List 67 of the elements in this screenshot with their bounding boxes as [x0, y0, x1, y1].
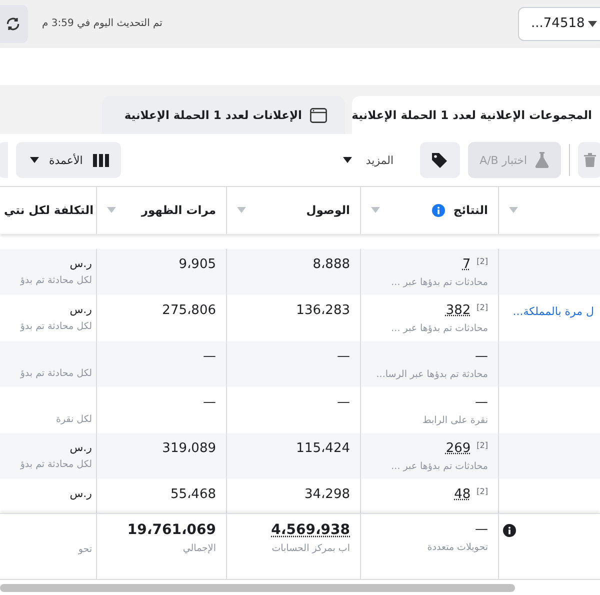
result-value: 269: [446, 440, 471, 456]
cost-label: لكل نقرة: [54, 414, 92, 425]
column-header[interactable]: النتائج: [453, 203, 488, 218]
more-dropdown[interactable]: المزيد: [338, 154, 398, 167]
total-label: الإجمالي: [182, 543, 216, 554]
result-value: 48: [454, 486, 471, 502]
result-label: محادثات تم بدؤها عبر ...: [390, 276, 488, 288]
reach-value: —: [337, 394, 350, 410]
impressions-value: 55،468: [170, 486, 216, 502]
cost-value: ر.س: [70, 486, 92, 500]
result-value: 7: [462, 256, 471, 272]
columns-button[interactable]: الأعمدة: [16, 142, 121, 178]
caret-icon[interactable]: [30, 157, 39, 164]
flask-icon: [535, 152, 549, 168]
result-label: تحويلات متعددة: [426, 542, 488, 554]
result-label: محادثات تم بدؤها عبر ...: [390, 322, 488, 334]
total-label: تحو: [77, 544, 92, 556]
column-header[interactable]: مرات الظهور: [141, 203, 216, 218]
total-impressions: 19،761،069: [127, 522, 216, 538]
result-label: محادثات تم بدؤها عبر ...: [390, 460, 488, 472]
cost-label: لكل محادثة تم بدؤ: [19, 368, 92, 379]
info-icon: [432, 204, 446, 217]
account-dropdown[interactable]: ...74518: [518, 6, 600, 41]
impressions-value: 319،089: [162, 440, 216, 456]
cost-value: ر.س: [70, 256, 92, 270]
tag-button[interactable]: [420, 142, 460, 178]
cost-value: ر.س: [70, 440, 92, 454]
total-label: اب بمركز الحسابات: [270, 543, 350, 554]
reach-value: 136،283: [296, 302, 350, 318]
footnote-mark: [2]: [476, 440, 488, 450]
result-value: —: [475, 394, 488, 410]
result-value: —: [475, 522, 488, 538]
reach-value: 34،298: [304, 486, 350, 502]
cost-label: لكل محادثة تم بدؤ: [19, 274, 92, 286]
refresh-button[interactable]: [0, 4, 28, 43]
result-label: نقرة على الرابط: [421, 414, 488, 426]
reach-value: 8،888: [312, 256, 350, 272]
columns-icon: [92, 154, 109, 167]
reach-value: —: [337, 348, 350, 364]
caret-icon[interactable]: [588, 20, 597, 27]
column-header[interactable]: التكلفة لكل نتي: [4, 203, 94, 218]
delete-button[interactable]: [578, 142, 600, 178]
result-label: محادثة تم بدؤها عبر الرسا...: [375, 368, 488, 380]
horizontal-scrollbar[interactable]: [0, 584, 515, 592]
impressions-value: —: [203, 348, 216, 364]
result-value: —: [475, 348, 488, 364]
result-value: 382: [446, 302, 471, 318]
cost-label: لكل محادثة تم بدؤ: [19, 320, 92, 332]
refresh-icon: [5, 16, 21, 32]
footnote-mark: [2]: [476, 486, 488, 496]
impressions-value: 9،905: [178, 256, 216, 272]
info-icon: [503, 524, 516, 538]
footnote-mark: [2]: [476, 302, 488, 312]
total-reach: 4،569،938: [271, 522, 350, 538]
column-header[interactable]: الوصول: [306, 203, 350, 218]
cost-label: لكل محادثة تم بدؤ: [19, 458, 92, 470]
tag-icon: [431, 152, 448, 169]
window-icon: [310, 108, 327, 123]
ad-set-name-link[interactable]: ل مرة بالمملكة...: [505, 304, 594, 318]
reach-value: 115،424: [296, 440, 350, 456]
cost-value: ر.س: [70, 302, 92, 316]
trash-icon: [584, 153, 596, 168]
footnote-mark: [2]: [476, 256, 488, 266]
impressions-value: —: [203, 394, 216, 410]
impressions-value: 275،806: [162, 302, 216, 318]
caret-icon[interactable]: [342, 157, 352, 164]
update-status: تم التحديث اليوم في 3:59 م: [42, 18, 162, 30]
